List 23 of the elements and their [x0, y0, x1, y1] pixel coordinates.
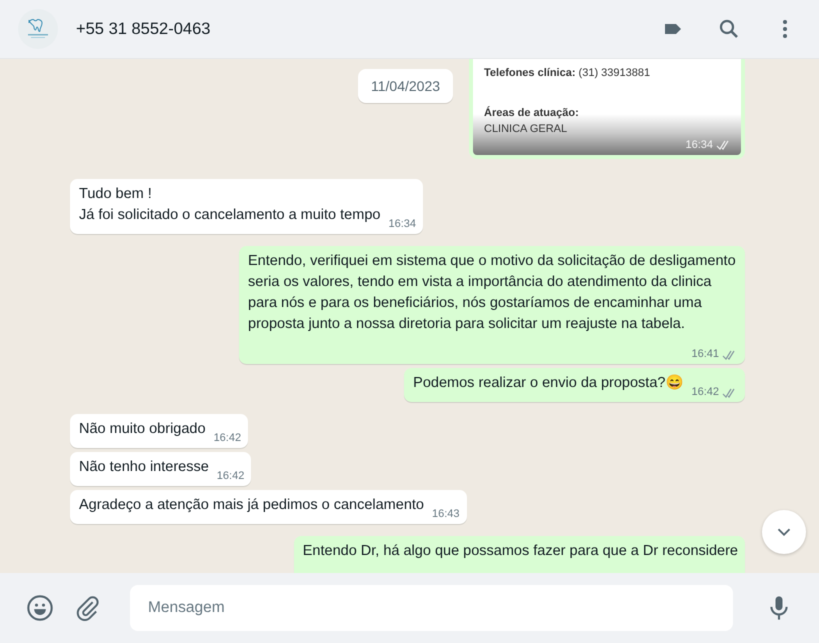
- message-text: Entendo Dr, há algo que possamos fazer para que a Dr reconsidere: [302, 543, 738, 559]
- message-text: Entendo, verifiquei em sistema que o motivo da solicitação de desligamento seria os valores, tendo em vista a importância do atendimento da clinica para nós e para os beneficiários, nós gostaríamos de encaminhar uma proposta junto a nossa diretoria para solicitar um reajuste na tabela.: [248, 253, 736, 332]
- emoji-icon[interactable]: [26, 594, 54, 622]
- date-chip: 11/04/2023: [358, 69, 454, 103]
- message-time: 16:34: [685, 139, 713, 151]
- message-text: Podemos realizar o envio da proposta?😄: [413, 375, 684, 391]
- message-time: 16:42: [214, 431, 242, 446]
- contact-avatar[interactable]: [18, 9, 58, 49]
- message-text: Tudo bem ! Já foi solicitado o cancelamento a muito tempo: [79, 186, 380, 223]
- card-text: Telefones clínica: (31) 33913881: [483, 67, 652, 79]
- message-text: Não tenho interesse: [79, 459, 209, 475]
- message-input[interactable]: Mensagem: [130, 585, 733, 631]
- card-text: CLINICA GERAL: [483, 123, 568, 135]
- contact-name[interactable]: +55 31 8552-0463: [76, 20, 210, 38]
- message-time: 16:43: [432, 507, 460, 522]
- message-time: 16:42: [691, 385, 719, 400]
- message-time: 16:42: [216, 469, 244, 484]
- contact-card[interactable]: Telefones clínica: (31) 33913881 Áreas de atuação: CLINICA GERAL 16:34: [469, 59, 745, 159]
- message-time: 16:41: [691, 347, 719, 362]
- message-text: Agradeço a atenção mais já pedimos o cancelamento: [79, 497, 424, 513]
- card-label: Áreas de atuação:: [483, 107, 580, 119]
- message-text: Não muito obrigado: [79, 421, 206, 437]
- message-time: 16:34: [388, 217, 416, 232]
